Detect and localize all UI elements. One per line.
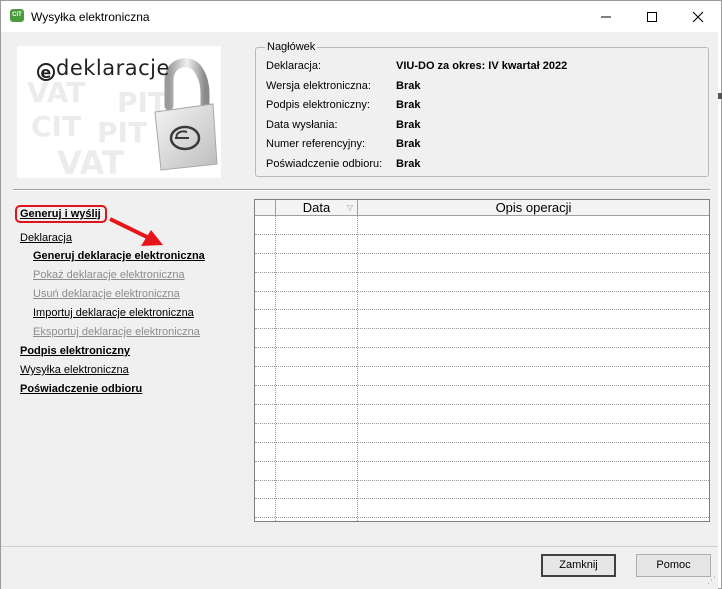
nav-import-declaration[interactable]: Importuj deklaracje elektroniczna bbox=[33, 307, 194, 319]
nav-electronic-signature[interactable]: Podpis elektroniczny bbox=[20, 345, 130, 357]
header-groupbox: Nagłówek Deklaracja: VIU-DO za okres: IV… bbox=[255, 41, 709, 177]
signature-label: Podpis elektroniczny: bbox=[266, 99, 370, 111]
table-row[interactable] bbox=[255, 405, 709, 424]
edeklaracje-logo: VAT PIT CIT PIT VAT e deklaracje bbox=[17, 46, 221, 178]
table-row[interactable] bbox=[255, 462, 709, 481]
column-header-date[interactable]: Data ▽ bbox=[276, 200, 358, 216]
table-row[interactable] bbox=[255, 367, 709, 387]
nav-receipt-confirmation[interactable]: Poświadczenie odbioru bbox=[20, 383, 142, 395]
maximize-icon bbox=[647, 11, 657, 22]
horizontal-divider bbox=[13, 189, 710, 191]
send-date-label: Data wysłania: bbox=[266, 119, 338, 131]
close-icon bbox=[692, 11, 704, 22]
declaration-value: VIU-DO za okres: IV kwartał 2022 bbox=[396, 60, 568, 72]
table-row[interactable] bbox=[255, 254, 709, 273]
table-row[interactable] bbox=[255, 292, 709, 311]
electronic-version-label: Wersja elektroniczna: bbox=[266, 80, 371, 92]
table-row[interactable] bbox=[255, 386, 709, 405]
annotation-arrow-icon bbox=[109, 217, 163, 246]
help-button[interactable]: Pomoc bbox=[636, 554, 711, 577]
right-edge-strip bbox=[718, 32, 721, 588]
column-header-date-label: Data bbox=[302, 200, 331, 215]
logo-title: e deklaracje bbox=[37, 56, 170, 81]
table-row[interactable] bbox=[255, 481, 709, 500]
dialog-window: CiT Wysyłka elektroniczna VAT PIT CIT PI… bbox=[0, 0, 722, 589]
table-row[interactable] bbox=[255, 311, 709, 330]
logo-e-mark: e bbox=[37, 63, 55, 81]
nav-electronic-shipment[interactable]: Wysyłka elektroniczna bbox=[20, 364, 129, 376]
table-row[interactable] bbox=[255, 443, 709, 462]
close-button[interactable]: Zamknij bbox=[541, 554, 616, 577]
app-icon: CiT bbox=[10, 9, 24, 22]
nav-export-declaration[interactable]: Eksportuj deklaracje elektroniczna bbox=[33, 326, 200, 338]
table-row[interactable] bbox=[255, 424, 709, 443]
table-row[interactable] bbox=[255, 216, 709, 235]
reference-number-label: Numer referencyjny: bbox=[266, 138, 366, 150]
resize-grip-icon[interactable]: ⋰ bbox=[707, 575, 716, 586]
close-window-button[interactable] bbox=[675, 1, 721, 32]
minimize-button[interactable] bbox=[583, 1, 629, 32]
title-bar: CiT Wysyłka elektroniczna bbox=[1, 1, 721, 32]
table-row[interactable] bbox=[255, 348, 709, 368]
grid-header: Data ▽ Opis operacji bbox=[255, 200, 709, 216]
reference-number-value: Brak bbox=[396, 138, 421, 150]
nav-declaration[interactable]: Deklaracja bbox=[20, 232, 72, 244]
grid-indicator-header bbox=[255, 200, 276, 216]
signature-value: Brak bbox=[396, 99, 421, 111]
electronic-version-value: Brak bbox=[396, 80, 421, 92]
table-row[interactable] bbox=[255, 329, 709, 349]
edge-marker bbox=[718, 93, 722, 99]
send-date-value: Brak bbox=[396, 119, 421, 131]
window-title: Wysyłka elektroniczna bbox=[31, 10, 150, 24]
sort-icon: ▽ bbox=[346, 203, 353, 212]
minimize-icon bbox=[601, 16, 611, 17]
receipt-confirmation-value: Brak bbox=[396, 158, 421, 170]
nav-generate-declaration[interactable]: Generuj deklaracje elektroniczna bbox=[33, 250, 205, 262]
receipt-confirmation-label: Poświadczenie odbioru: bbox=[266, 158, 383, 170]
maximize-button[interactable] bbox=[629, 1, 675, 32]
nav-delete-declaration[interactable]: Usuń deklaracje elektroniczna bbox=[33, 288, 180, 300]
header-legend: Nagłówek bbox=[265, 41, 318, 53]
declaration-label: Deklaracja: bbox=[266, 60, 322, 72]
column-header-description[interactable]: Opis operacji bbox=[358, 200, 709, 216]
nav-generate-and-send[interactable]: Generuj i wyślij bbox=[20, 208, 101, 220]
nav-show-declaration[interactable]: Pokaż deklaracje elektroniczna bbox=[33, 269, 185, 281]
table-row[interactable] bbox=[255, 235, 709, 254]
operations-grid[interactable]: Data ▽ Opis operacji bbox=[254, 199, 710, 522]
table-row[interactable] bbox=[255, 273, 709, 292]
logo-title-text: deklaracje bbox=[56, 56, 170, 80]
table-row[interactable] bbox=[255, 500, 709, 519]
